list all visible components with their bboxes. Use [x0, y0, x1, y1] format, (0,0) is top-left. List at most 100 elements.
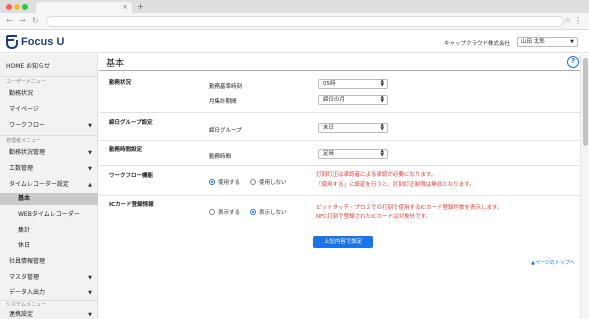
section-label-workflow: ワークフロー機能 [109, 173, 154, 179]
workflow-use-radio[interactable]: 使用する [209, 178, 240, 186]
section-label-closing-group: 締日グループ設定 [109, 120, 153, 126]
divider [99, 165, 580, 166]
radio-label: 使用しない [259, 180, 287, 186]
workflow-not-use-radio[interactable]: 使用しない [250, 178, 287, 186]
divider [99, 140, 580, 141]
section-admin-menu: 管理者メニュー [6, 138, 42, 144]
user-select[interactable]: 山田 太郎 ▼ [517, 37, 578, 47]
field-label-work-time: 勤務時間 [209, 154, 232, 160]
updown-icon: ▲ ▼ [380, 123, 384, 132]
select-value: 締日の月 [323, 97, 346, 103]
closing-group-select[interactable]: 末日 ▲ ▼ [318, 123, 388, 133]
caret-down-icon: ▼ [88, 275, 92, 281]
browser-tab-bar: × + [0, 0, 589, 13]
radio-selected-icon [209, 179, 215, 185]
ic-card-note-2: NFC打刻で登録されたICカードは対象外です。 [316, 214, 432, 220]
close-tab-icon[interactable]: × [122, 3, 128, 11]
reload-icon[interactable]: ↻ [32, 16, 39, 25]
sidebar-item-aggregate[interactable]: 集計 [0, 225, 98, 237]
section-label-work-status: 勤務状況 [109, 80, 132, 86]
base-time-select[interactable]: 05時 ▲ ▼ [318, 79, 388, 89]
sidebar-item-employee-info[interactable]: 社員情報管理 [0, 256, 98, 268]
sidebar-item-master[interactable]: マスタ管理 ▼ [0, 272, 98, 284]
page-title: 基本 [106, 59, 125, 69]
focus-u-logo-icon [6, 35, 18, 49]
divider [0, 76, 98, 77]
caret-up-icon: ▲ [88, 182, 92, 188]
divider [0, 135, 98, 136]
sidebar-item-data-io[interactable]: データ入出力 ▼ [0, 287, 98, 299]
section-user-menu: ユーザーメニュー [6, 79, 46, 85]
address-bar[interactable] [46, 16, 564, 27]
divider [99, 195, 580, 196]
ic-card-note-1: ピットタッチ・プロ２での打刻で使用するICカード登録件数を表示します。 [316, 205, 503, 211]
radio-unselected-icon [209, 209, 215, 215]
divider [99, 112, 580, 113]
caret-down-icon: ▼ [88, 312, 92, 318]
browser-tab[interactable]: × [36, 2, 132, 13]
sidebar-item-integration[interactable]: 連携設定 ▼ [0, 309, 98, 319]
section-system-menu: システムメニュー [6, 302, 46, 308]
help-icon[interactable]: ? [567, 56, 579, 68]
forward-icon[interactable]: → [19, 16, 26, 25]
main-content: 基本 ? 勤務状況 勤務基準時刻 05時 ▲ ▼ 月集計期間 締日の月 ▲ ▼ 締日… [99, 54, 580, 319]
back-icon[interactable]: ← [6, 16, 13, 25]
sidebar-item-mypage[interactable]: マイページ [0, 104, 98, 116]
user-name: 山田 太郎 [521, 39, 545, 45]
bookmark-star-icon[interactable]: ☆ [564, 16, 571, 25]
minimize-window-button[interactable] [14, 4, 20, 10]
browser-menu-icon[interactable]: ⋮ [574, 16, 582, 25]
logo-text: Focus U [21, 36, 65, 48]
browser-toolbar: ← → ↻ ☆ ⋮ [0, 13, 589, 30]
sidebar-item-label: 連携設定 [9, 311, 34, 318]
scrollbar[interactable] [580, 54, 589, 319]
ic-card-show-radio[interactable]: 表示する [209, 208, 240, 216]
sidebar-item-label: データ入出力 [9, 289, 46, 296]
radio-unselected-icon [250, 179, 256, 185]
app-header: Focus U キャップクラウド株式会社 山田 太郎 ▼ [0, 31, 589, 53]
caret-down-icon: ▼ [88, 123, 92, 129]
sidebar-item-man-hours[interactable]: 工数管理 ▼ [0, 163, 98, 175]
field-label-monthly-period: 月集計期間 [209, 99, 237, 105]
new-tab-icon[interactable]: + [137, 2, 144, 11]
updown-icon: ▲ ▼ [380, 79, 384, 88]
section-label-work-time: 勤務時間設定 [109, 147, 143, 153]
select-value: 末日 [323, 125, 335, 131]
caret-down-icon: ▼ [88, 290, 92, 296]
ic-card-hide-radio[interactable]: 表示しない [250, 208, 287, 216]
submit-settings-button[interactable]: 上記内容で設定 [313, 236, 373, 248]
updown-icon: ▲ ▼ [380, 95, 384, 104]
page-top-link[interactable]: ▲ページのトップへ [531, 259, 575, 266]
chevron-down-icon: ▼ [570, 39, 574, 45]
close-window-button[interactable] [6, 4, 12, 10]
field-label-closing-group: 締日グループ [209, 128, 242, 134]
workflow-note-1: 打刻訂正は承認者による承認が必要になります。 [316, 172, 437, 178]
field-label-base-time: 勤務基準時刻 [209, 84, 243, 90]
scrollbar-thumb[interactable] [583, 58, 588, 146]
radio-label: 表示する [218, 210, 241, 216]
sidebar-item-basic[interactable]: 基本 [0, 193, 98, 205]
sidebar-item-work-status[interactable]: 勤務状況 [0, 88, 98, 100]
radio-label: 表示しない [259, 210, 287, 216]
work-time-select[interactable]: 定時 ▲ ▼ [318, 149, 388, 159]
sidebar-item-label: 工数管理 [9, 165, 34, 172]
caret-down-icon: ▼ [88, 166, 92, 172]
radio-label: 使用する [218, 180, 241, 186]
maximize-window-button[interactable] [22, 4, 28, 10]
sidebar-item-home[interactable]: HOME お知らせ [0, 61, 98, 73]
divider [99, 70, 580, 71]
sidebar-item-web-recorder[interactable]: WEBタイムレコーダー [0, 209, 98, 221]
select-value: 定時 [323, 151, 335, 157]
sidebar-item-label: タイムレコーダー設定 [9, 181, 69, 188]
select-value: 05時 [323, 81, 336, 87]
workflow-note-2: 「使用する」に設定を行うと、打刻訂正制限は無効となります。 [316, 182, 475, 188]
sidebar-item-time-recorder[interactable]: タイムレコーダー設定 ▲ [0, 179, 98, 191]
sidebar-item-label: ワークフロー [9, 122, 46, 129]
sidebar-item-holidays[interactable]: 休日 [0, 240, 98, 252]
sidebar-item-work-status-admin[interactable]: 勤務状況管理 ▼ [0, 147, 98, 159]
sidebar-item-workflow[interactable]: ワークフロー ▼ [0, 120, 98, 132]
caret-down-icon: ▼ [88, 150, 92, 156]
monthly-period-select[interactable]: 締日の月 ▲ ▼ [318, 95, 388, 105]
updown-icon: ▲ ▼ [380, 149, 384, 158]
radio-selected-icon [250, 209, 256, 215]
